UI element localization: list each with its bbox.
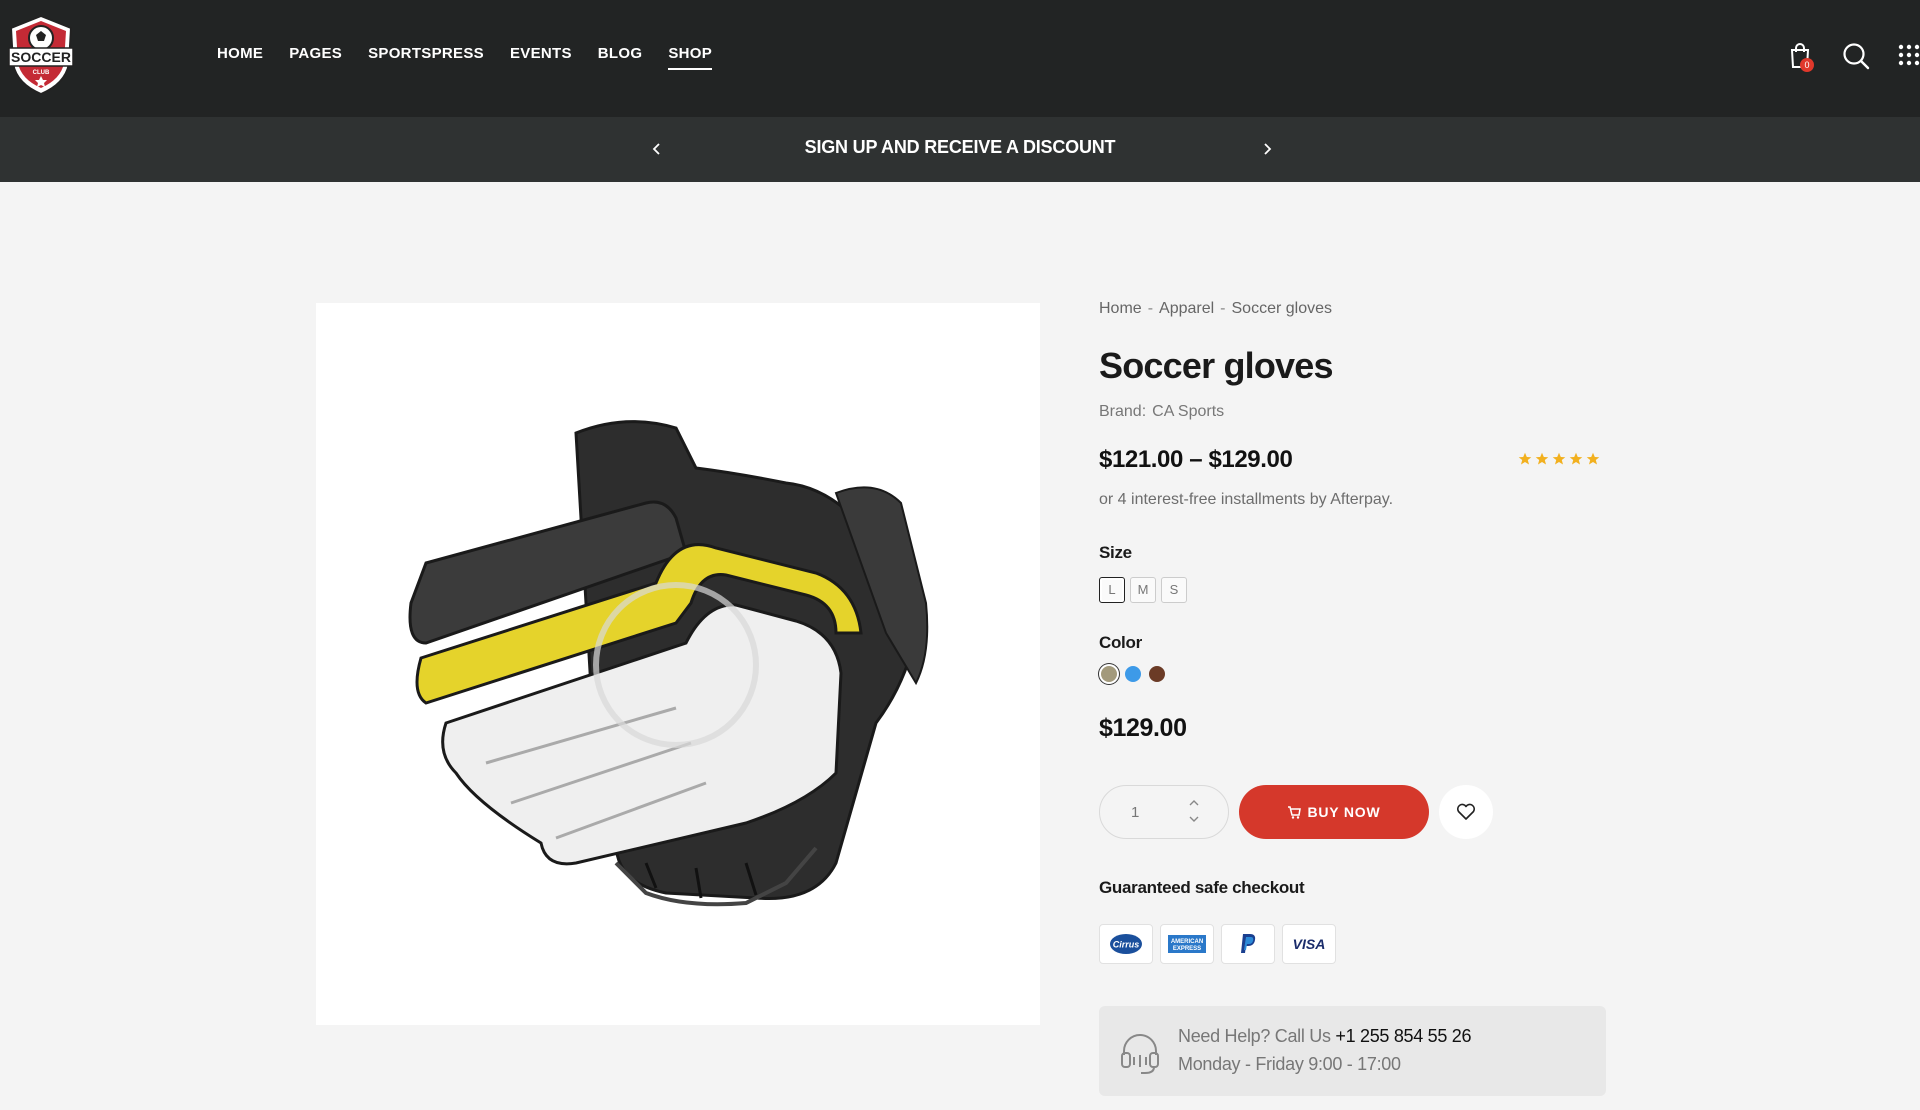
announcement-text: SIGN UP AND RECEIVE A DISCOUNT [804,137,1116,157]
svg-text:SOCCER: SOCCER [11,49,71,65]
soccer-gloves-image [408,420,929,907]
buy-now-button[interactable]: BUY NOW [1239,785,1429,839]
svg-text:AMERICAN: AMERICAN [1171,939,1203,945]
quantity-value[interactable]: 1 [1131,804,1139,821]
color-swatch-blue[interactable] [1125,666,1141,682]
size-label: Size [1099,543,1132,562]
price-range: $121.00 – $129.00 [1099,446,1293,473]
svg-text:VISA: VISA [1293,936,1326,952]
product-image[interactable] [316,303,1040,1025]
rating-stars[interactable] [1518,452,1600,466]
cart-icon [1288,805,1302,819]
svg-text:EXPRESS: EXPRESS [1173,946,1201,952]
size-option-s[interactable]: S [1161,577,1187,603]
nav-blog[interactable]: BLOG [598,45,643,70]
help-box: Need Help? Call Us +1 255 854 55 26 Mond… [1099,1006,1606,1096]
payment-amex-icon: AMERICAN EXPRESS [1160,924,1214,964]
heart-icon [1456,803,1476,820]
breadcrumb-home[interactable]: Home [1099,300,1142,317]
nav-sportspress[interactable]: SPORTSPRESS [368,45,484,70]
color-swatch-khaki[interactable] [1101,666,1117,682]
nav-events[interactable]: EVENTS [510,45,572,70]
size-option-l[interactable]: L [1099,577,1125,603]
nav-home[interactable]: HOME [217,45,263,70]
color-selector [1099,666,1165,682]
wishlist-button[interactable] [1439,785,1493,839]
soccer-club-logo[interactable]: SOCCER CLUB [3,12,79,98]
breadcrumb-current: Soccer gloves [1231,300,1333,317]
breadcrumb-separator: - [1220,300,1226,317]
star-icon [1569,452,1583,465]
payment-paypal-icon [1221,924,1275,964]
quantity-stepper[interactable]: 1 [1099,785,1229,839]
star-icon [1518,452,1532,465]
star-icon [1535,452,1549,465]
brand: Brand: CA Sports [1099,403,1224,421]
chevron-down-icon[interactable] [1188,814,1200,824]
size-option-m[interactable]: M [1130,577,1156,603]
chevron-right-icon[interactable] [1261,139,1273,159]
product-title: Soccer gloves [1099,345,1334,386]
help-text: Need Help? Call Us +1 255 854 55 26 [1178,1026,1472,1047]
size-selector: L M S [1099,577,1187,603]
color-swatch-brown[interactable] [1149,666,1165,682]
brand-label: Brand: [1099,403,1147,420]
buy-now-label: BUY NOW [1307,804,1381,820]
brand-value[interactable]: CA Sports [1152,403,1224,420]
help-label: Need Help? Call Us [1178,1026,1331,1046]
afterpay-text: or 4 interest-free installments by After… [1099,491,1394,508]
payment-visa-icon: VISA [1282,924,1336,964]
color-label: Color [1099,633,1142,652]
announcement-bar: SIGN UP AND RECEIVE A DISCOUNT [0,117,1920,182]
cart-count-badge: 0 [1800,58,1814,72]
help-hours: Monday - Friday 9:00 - 17:00 [1178,1054,1401,1074]
star-icon [1552,452,1566,465]
nav-shop[interactable]: SHOP [668,45,713,70]
svg-text:CLUB: CLUB [33,70,50,76]
svg-text:Cirrus: Cirrus [1113,940,1140,950]
star-icon [1586,452,1600,465]
main-nav: HOME PAGES SPORTSPRESS EVENTS BLOG SHOP [217,45,738,70]
breadcrumb-apparel[interactable]: Apparel [1159,300,1214,317]
nav-pages[interactable]: PAGES [289,45,342,70]
site-header: SOCCER CLUB HOME PAGES SPORTSPRESS EVENT… [0,0,1920,117]
selected-price: $129.00 [1099,714,1187,742]
breadcrumb: Home - Apparel - Soccer gloves [1099,300,1332,318]
payment-cirrus-icon: Cirrus [1099,924,1153,964]
breadcrumb-separator: - [1147,300,1154,317]
checkout-label: Guaranteed safe checkout [1099,878,1305,897]
help-phone[interactable]: +1 255 854 55 26 [1335,1026,1471,1046]
search-icon[interactable] [1842,42,1870,70]
headset-icon [1121,1034,1159,1074]
grid-menu-icon[interactable] [1898,44,1920,66]
chevron-up-icon[interactable] [1188,798,1200,808]
